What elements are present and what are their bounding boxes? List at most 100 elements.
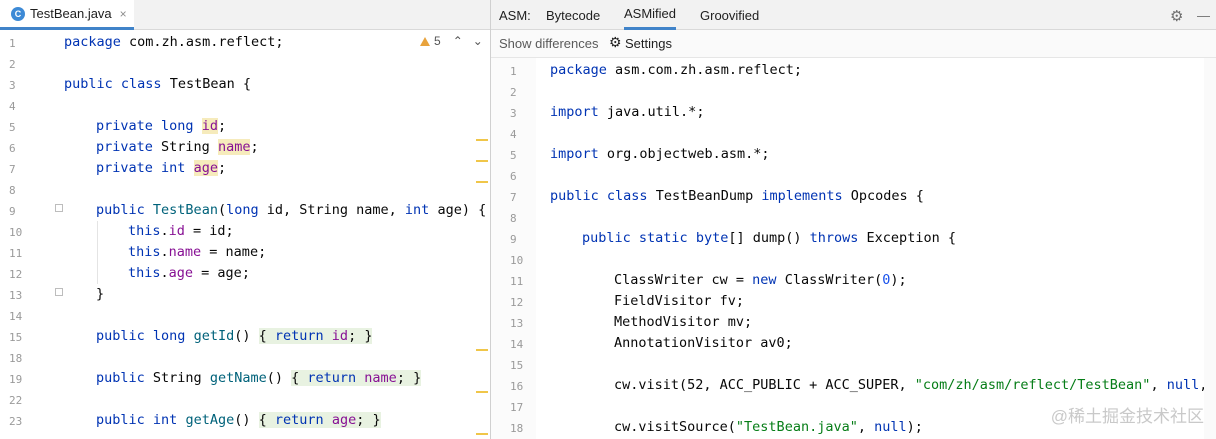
code-token: ; } [356, 412, 381, 428]
code-line[interactable]: cw.visitSource("TestBean.java", null); [614, 419, 923, 435]
code-line[interactable]: FieldVisitor fv; [614, 293, 744, 309]
code-line[interactable]: import java.util.*; [550, 104, 704, 120]
show-differences-toggle[interactable]: Show differences [499, 36, 599, 51]
code-token: name [168, 244, 202, 260]
code-token: class [120, 76, 162, 92]
code-token: TestBean { [161, 76, 251, 92]
code-line[interactable]: cw.visit(52, ACC_PUBLIC + ACC_SUPER, "co… [614, 377, 1216, 393]
code-line[interactable]: package asm.com.zh.asm.reflect; [550, 62, 802, 78]
line-number: 14 [9, 310, 23, 323]
code-line[interactable]: this.name = name; [128, 244, 266, 260]
code-line[interactable]: public class TestBean { [64, 76, 251, 92]
code-token: age) { [429, 202, 487, 218]
code-token: . [160, 223, 169, 239]
code-token: class [606, 188, 648, 204]
code-token: public [96, 412, 145, 428]
code-token: age [168, 265, 194, 281]
line-number: 11 [510, 275, 524, 288]
tab-asmified[interactable]: ASMified [624, 0, 677, 30]
line-number: 6 [510, 170, 517, 183]
code-token: this [128, 265, 161, 281]
code-token: cw.visit(52, ACC_PUBLIC + ACC_SUPER, [614, 377, 915, 393]
code-line[interactable]: public int getAge() { return age; } [96, 412, 381, 428]
code-token: String [152, 139, 218, 155]
code-token: id [331, 328, 349, 344]
warning-stripe-mark[interactable] [476, 181, 488, 183]
code-line[interactable]: import org.objectweb.asm.*; [550, 146, 769, 162]
hide-panel-icon[interactable]: — [1197, 8, 1210, 23]
line-number: 4 [510, 128, 517, 141]
line-number: 23 [9, 415, 23, 428]
code-token: int [404, 202, 430, 218]
line-number: 22 [9, 394, 23, 407]
code-line[interactable]: this.id = id; [128, 223, 234, 239]
watermark: @稀土掘金技术社区 [1050, 407, 1204, 426]
code-token: long [152, 328, 186, 344]
code-token: id, String name, [258, 202, 405, 218]
code-line[interactable]: public TestBean(long id, String name, in… [96, 202, 486, 218]
code-token: TestBean [152, 202, 218, 218]
code-line[interactable]: MethodVisitor mv; [614, 314, 752, 330]
warning-stripe-mark[interactable] [476, 433, 488, 435]
code-token: asm.com.zh.asm.reflect; [606, 62, 802, 78]
warning-stripe-mark[interactable] [476, 391, 488, 393]
line-number: 4 [9, 100, 16, 113]
code-token: id [168, 223, 185, 239]
code-token: package [64, 34, 121, 50]
code-token: import [550, 146, 599, 162]
code-line[interactable]: public String getName() { return name; } [96, 370, 422, 386]
code-token: static [638, 230, 688, 246]
chevron-up-icon[interactable]: ⌃ [453, 34, 463, 48]
editor-tab-testbean[interactable]: C TestBean.java × [0, 0, 134, 30]
java-editor-pane[interactable]: C TestBean.java × 5 ⌃ ⌄ 1 package com.zh.… [0, 0, 490, 439]
warning-stripe-mark[interactable] [476, 160, 488, 162]
code-token: name [217, 139, 251, 155]
code-line[interactable]: private int age; [96, 160, 226, 176]
code-token [323, 412, 332, 428]
editor-tab-bar: C TestBean.java × [0, 0, 490, 30]
code-token: = name; [201, 244, 267, 260]
fold-icon[interactable] [55, 288, 63, 296]
line-number: 11 [9, 247, 23, 260]
gear-icon[interactable]: ⚙ [1170, 7, 1183, 25]
code-line[interactable]: ClassWriter cw = new ClassWriter(0); [614, 272, 907, 288]
fold-icon[interactable] [55, 204, 63, 212]
code-line[interactable]: public static byte[] dump() throws Excep… [582, 230, 956, 246]
asm-tab-bar: ASM: Bytecode ASMified Groovified ⚙ — [491, 0, 1216, 30]
code-line[interactable]: private long id; [96, 118, 226, 134]
warning-count: 5 [434, 34, 441, 48]
java-class-icon: C [11, 6, 25, 21]
code-token: public [96, 328, 145, 344]
settings-button[interactable]: Settings [625, 36, 672, 51]
code-line[interactable]: } [96, 286, 104, 302]
code-line[interactable]: this.age = age; [128, 265, 250, 281]
line-number: 9 [510, 233, 517, 246]
settings-gear-icon[interactable]: ⚙ [609, 34, 622, 51]
tab-bytecode[interactable]: Bytecode [546, 0, 600, 30]
code-token: = age; [193, 265, 250, 281]
code-token: () [234, 412, 259, 428]
line-number: 9 [9, 205, 16, 218]
vertical-scrollbar[interactable] [1204, 58, 1216, 439]
code-token: private [96, 160, 153, 176]
code-line[interactable]: public long getId() { return id; } [96, 328, 373, 344]
code-line[interactable]: private String name; [96, 139, 259, 155]
warning-stripe-mark[interactable] [476, 349, 488, 351]
line-number: 3 [9, 79, 16, 92]
inspection-widget[interactable]: 5 ⌃ ⌄ [420, 34, 483, 48]
code-line[interactable]: public class TestBeanDump implements Opc… [550, 188, 924, 204]
code-token: ( [217, 202, 227, 218]
warning-stripe-mark[interactable] [476, 139, 488, 141]
chevron-down-icon[interactable]: ⌄ [473, 34, 483, 48]
close-icon[interactable]: × [120, 7, 127, 21]
line-number: 1 [9, 37, 16, 50]
code-line[interactable]: AnnotationVisitor av0; [614, 335, 793, 351]
code-token: , [857, 419, 875, 435]
tab-groovified[interactable]: Groovified [700, 0, 759, 30]
code-token: cw.visitSource( [614, 419, 736, 435]
code-line[interactable]: package com.zh.asm.reflect; [64, 34, 283, 50]
